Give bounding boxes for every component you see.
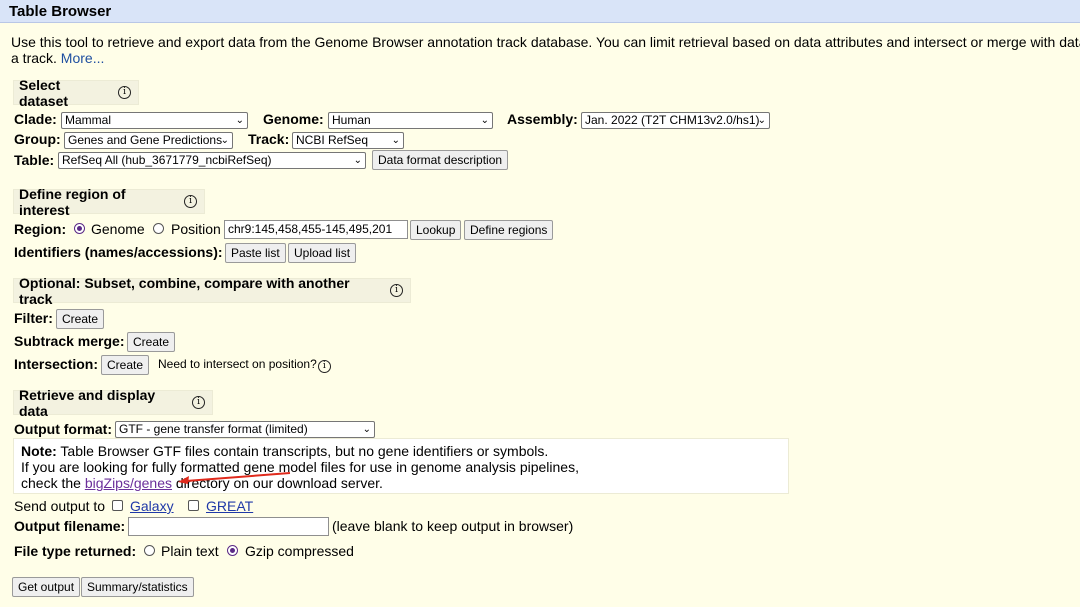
- data-format-description-button[interactable]: Data format description: [372, 150, 509, 170]
- clade-select-value: Mammal: [65, 113, 112, 127]
- gzip-label: Gzip compressed: [245, 543, 354, 559]
- info-icon[interactable]: i: [118, 86, 131, 99]
- select-dataset-heading: Select dataset i: [13, 77, 139, 109]
- upload-list-button[interactable]: Upload list: [288, 243, 357, 263]
- info-icon[interactable]: i: [184, 195, 197, 208]
- retrieve-display-heading: Retrieve and display data i: [13, 387, 213, 419]
- output-format-select[interactable]: GTF - gene transfer format (limited) ⌄: [115, 421, 375, 438]
- title-bar: Table Browser: [0, 0, 1080, 23]
- intersection-create-button[interactable]: Create: [101, 355, 150, 375]
- define-regions-button[interactable]: Define regions: [464, 220, 554, 240]
- position-radio-label: Position: [171, 221, 221, 237]
- note-bold-label: Note:: [21, 443, 57, 459]
- info-icon[interactable]: i: [390, 284, 403, 297]
- more-link[interactable]: More...: [61, 50, 105, 66]
- paste-list-button[interactable]: Paste list: [225, 243, 286, 263]
- chevron-down-icon: ⌄: [220, 135, 229, 146]
- note-line-1: Note: Table Browser GTF files contain tr…: [21, 443, 548, 459]
- great-link[interactable]: GREAT: [206, 498, 253, 514]
- track-label: Track:: [248, 131, 290, 147]
- note-line-1-text: Table Browser GTF files contain transcri…: [56, 443, 549, 459]
- table-label: Table:: [14, 152, 55, 168]
- track-select[interactable]: NCBI RefSeq ⌄: [292, 132, 404, 149]
- intro-line-2: a track. More...: [11, 50, 1080, 66]
- intro-line-2-text: a track.: [11, 50, 61, 66]
- red-arrow-annotation: [178, 472, 291, 484]
- note-line-2: If you are looking for fully formatted g…: [21, 459, 579, 475]
- optional-heading: Optional: Subset, combine, compare with …: [13, 275, 411, 307]
- genome-radio-label: Genome: [91, 221, 145, 237]
- summary-statistics-button[interactable]: Summary/statistics: [81, 577, 194, 597]
- section-title: Optional: Subset, combine, compare with …: [19, 274, 350, 307]
- info-icon[interactable]: i: [317, 360, 331, 373]
- genome-label: Genome:: [263, 111, 324, 127]
- send-output-label: Send output to: [14, 498, 106, 514]
- subtrack-merge-label: Subtrack merge:: [14, 333, 125, 349]
- genome-select[interactable]: Human ⌄: [328, 112, 493, 129]
- arrow-shaft: [185, 472, 291, 482]
- note-line-3-pre: check the: [21, 475, 85, 491]
- region-label: Region:: [14, 221, 67, 237]
- table-select[interactable]: RefSeq All (hub_3671779_ncbiRefSeq) ⌄: [58, 152, 366, 169]
- assembly-select[interactable]: Jan. 2022 (T2T CHM13v2.0/hs1) ⌄: [581, 112, 770, 129]
- identifiers-label: Identifiers (names/accessions):: [14, 244, 223, 260]
- assembly-label: Assembly:: [507, 111, 578, 127]
- plain-text-radio[interactable]: [144, 545, 155, 556]
- section-title: Select dataset: [19, 76, 69, 109]
- chevron-down-icon: ⌄: [362, 424, 371, 435]
- bigzips-genes-link[interactable]: bigZips/genes: [85, 475, 172, 491]
- galaxy-link[interactable]: Galaxy: [130, 498, 174, 514]
- gtf-note: Note: Table Browser GTF files contain tr…: [13, 438, 789, 494]
- chevron-down-icon: ⌄: [480, 115, 489, 126]
- intersection-hint: Need to intersect on position? i: [158, 357, 331, 373]
- section-title: Retrieve and display data: [19, 386, 156, 419]
- group-select[interactable]: Genes and Gene Predictions ⌄: [64, 132, 233, 149]
- intro-line-1: Use this tool to retrieve and export dat…: [11, 34, 1080, 50]
- group-label: Group:: [14, 131, 61, 147]
- track-select-value: NCBI RefSeq: [296, 133, 369, 147]
- chevron-down-icon: ⌄: [235, 115, 244, 126]
- chevron-down-icon: ⌄: [391, 135, 400, 146]
- define-region-heading: Define region of interest i: [13, 186, 205, 218]
- page-title: Table Browser: [9, 3, 112, 20]
- chevron-down-icon: ⌄: [757, 115, 766, 126]
- subtrack-create-button[interactable]: Create: [127, 332, 176, 352]
- assembly-select-value: Jan. 2022 (T2T CHM13v2.0/hs1): [585, 113, 760, 127]
- info-icon[interactable]: i: [192, 396, 205, 409]
- gzip-radio[interactable]: [227, 545, 238, 556]
- group-select-value: Genes and Gene Predictions: [68, 133, 223, 147]
- genome-select-value: Human: [332, 113, 371, 127]
- galaxy-checkbox[interactable]: [112, 500, 123, 511]
- clade-label: Clade:: [14, 111, 57, 127]
- clade-select[interactable]: Mammal ⌄: [61, 112, 248, 129]
- filter-label: Filter:: [14, 310, 53, 326]
- output-filename-hint: (leave blank to keep output in browser): [332, 518, 574, 534]
- section-title: Define region of interest: [19, 185, 126, 218]
- genome-radio[interactable]: [74, 223, 85, 234]
- output-filename-input[interactable]: [128, 517, 329, 536]
- get-output-button[interactable]: Get output: [12, 577, 81, 597]
- plain-text-label: Plain text: [161, 543, 219, 559]
- lookup-button[interactable]: Lookup: [410, 220, 462, 240]
- great-checkbox[interactable]: [188, 500, 199, 511]
- filter-create-button[interactable]: Create: [56, 309, 105, 329]
- output-filename-label: Output filename:: [14, 518, 126, 534]
- arrow-head: [178, 476, 189, 484]
- output-format-value: GTF - gene transfer format (limited): [119, 422, 308, 436]
- chevron-down-icon: ⌄: [353, 155, 362, 166]
- output-format-label: Output format:: [14, 421, 112, 437]
- intersection-hint-text: Need to intersect on position?: [158, 357, 317, 371]
- file-type-label: File type returned:: [14, 543, 137, 559]
- intro-text: Use this tool to retrieve and export dat…: [11, 34, 1080, 66]
- table-select-value: RefSeq All (hub_3671779_ncbiRefSeq): [62, 153, 272, 167]
- intersection-label: Intersection:: [14, 356, 99, 372]
- position-radio[interactable]: [153, 223, 164, 234]
- position-input[interactable]: chr9:145,458,455-145,495,201: [224, 220, 408, 239]
